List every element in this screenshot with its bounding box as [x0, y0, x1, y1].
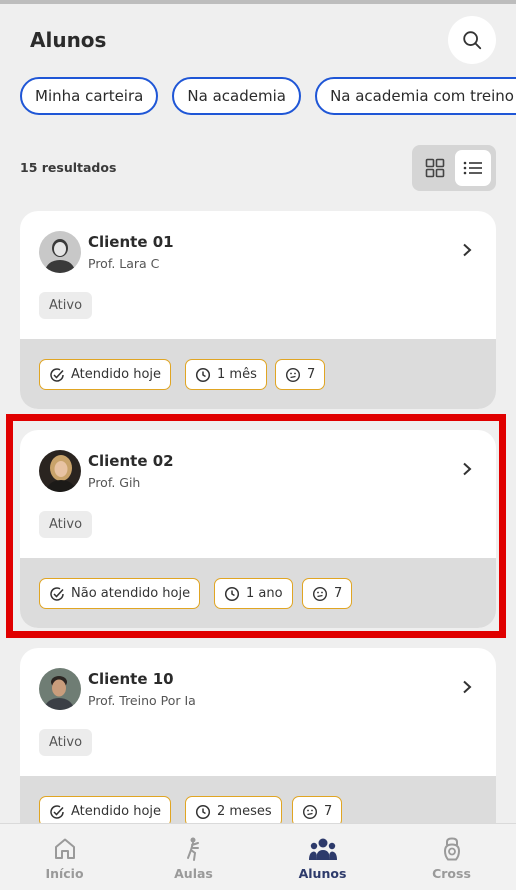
grid-icon	[425, 158, 445, 178]
list-icon	[463, 161, 482, 175]
duration-label: 1 ano	[246, 586, 283, 601]
nav-item-cross[interactable]: Cross	[387, 824, 516, 890]
filter-chip-minha-carteira[interactable]: Minha carteira	[20, 77, 159, 115]
duration-label: 1 mês	[217, 367, 257, 382]
status-badge: Ativo	[39, 729, 93, 756]
exercise-icon	[186, 837, 199, 861]
mood-value: 7	[334, 586, 343, 601]
list-view-button[interactable]	[455, 150, 491, 186]
student-name: Cliente 10	[88, 670, 174, 688]
nav-label: Aulas	[174, 866, 213, 881]
filter-chip-na-academia[interactable]: Na academia	[172, 77, 301, 115]
mood-value: 7	[307, 367, 316, 382]
home-icon	[54, 838, 75, 859]
attendance-label: Não atendido hoje	[71, 586, 191, 601]
search-button[interactable]	[448, 16, 496, 64]
avatar-photo	[39, 668, 81, 710]
clock-icon	[224, 586, 240, 601]
user-photo-icon	[39, 668, 81, 710]
grid-view-button[interactable]	[421, 155, 449, 181]
page-header: Alunos	[0, 16, 516, 66]
attendance-label: Atendido hoje	[71, 367, 162, 382]
face-icon	[302, 804, 318, 819]
duration-tag: 1 ano	[214, 578, 293, 609]
mood-tag: 7	[275, 359, 326, 390]
card-header: Cliente 02 Prof. Gih Ativo	[20, 430, 496, 558]
filter-chips: Minha carteira Na academia Na academia c…	[20, 77, 516, 117]
user-silhouette-icon	[39, 231, 81, 273]
attendance-label: Atendido hoje	[71, 804, 162, 819]
card-tags: Atendido hoje 1 mês 7	[20, 339, 496, 409]
check-circle-icon	[50, 367, 64, 382]
duration-tag: 1 mês	[185, 359, 267, 390]
check-circle-icon	[50, 804, 64, 819]
card-tags: Não atendido hoje 1 ano 7	[20, 558, 496, 628]
clock-icon	[195, 804, 211, 819]
card-header: Cliente 10 Prof. Treino Por Ia Ativo	[20, 648, 496, 776]
chevron-right-icon[interactable]	[462, 680, 472, 694]
check-circle-icon	[50, 586, 64, 601]
results-bar: 15 resultados	[0, 145, 516, 191]
nav-label: Alunos	[298, 866, 347, 881]
nav-item-alunos[interactable]: Alunos	[258, 824, 387, 890]
avatar-photo	[39, 450, 81, 492]
page-title: Alunos	[30, 28, 107, 52]
user-photo-icon	[39, 450, 81, 492]
card-header: Cliente 01 Prof. Lara C Ativo	[20, 211, 496, 339]
teacher-name: Prof. Gih	[88, 475, 141, 490]
chevron-right-icon[interactable]	[462, 462, 472, 476]
attendance-tag: Atendido hoje	[39, 359, 172, 390]
avatar-placeholder	[39, 231, 81, 273]
student-name: Cliente 01	[88, 233, 174, 251]
nav-item-aulas[interactable]: Aulas	[129, 824, 258, 890]
teacher-name: Prof. Lara C	[88, 256, 160, 271]
search-icon	[463, 31, 482, 50]
student-card[interactable]: Cliente 10 Prof. Treino Por Ia Ativo Ate…	[20, 648, 496, 846]
student-card[interactable]: Cliente 01 Prof. Lara C Ativo Atendido h…	[20, 211, 496, 409]
clock-icon	[195, 367, 211, 382]
attendance-tag: Não atendido hoje	[39, 578, 201, 609]
results-count: 15 resultados	[20, 160, 117, 175]
top-status-line	[0, 0, 516, 4]
chevron-right-icon[interactable]	[462, 243, 472, 257]
people-icon	[308, 838, 337, 860]
kettlebell-icon	[443, 837, 460, 861]
face-icon	[312, 586, 328, 601]
mood-tag: 7	[302, 578, 353, 609]
status-badge: Ativo	[39, 511, 93, 538]
duration-label: 2 meses	[217, 804, 272, 819]
nav-label: Cross	[432, 866, 471, 881]
status-badge: Ativo	[39, 292, 93, 319]
nav-item-inicio[interactable]: Início	[0, 824, 129, 890]
view-toggle	[412, 145, 496, 191]
face-icon	[285, 367, 301, 382]
student-name: Cliente 02	[88, 452, 174, 470]
teacher-name: Prof. Treino Por Ia	[88, 693, 196, 708]
bottom-navigation: Início Aulas Alunos Cross	[0, 823, 516, 890]
nav-label: Início	[45, 866, 84, 881]
filter-chip-na-academia-com-treino[interactable]: Na academia com treino ou	[315, 77, 516, 115]
mood-value: 7	[324, 804, 333, 819]
student-card[interactable]: Cliente 02 Prof. Gih Ativo Não atendido …	[20, 430, 496, 628]
